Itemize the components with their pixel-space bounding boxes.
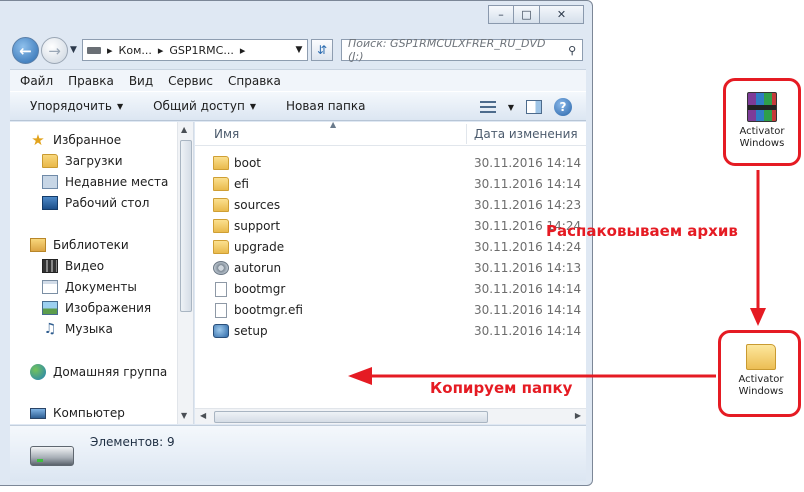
- copy-annotation: Копируем папку: [430, 379, 573, 397]
- unpack-annotation: Распаковываем архив: [546, 222, 738, 240]
- left-arrow-head: [348, 367, 372, 385]
- annotation-arrows: [348, 170, 766, 385]
- screenshot: – □ ✕ ← → ▼ ▸ Ком... ▸ GSP1RMC... ▸ ▼ ⇵ …: [0, 0, 804, 492]
- down-arrow-head: [750, 308, 766, 326]
